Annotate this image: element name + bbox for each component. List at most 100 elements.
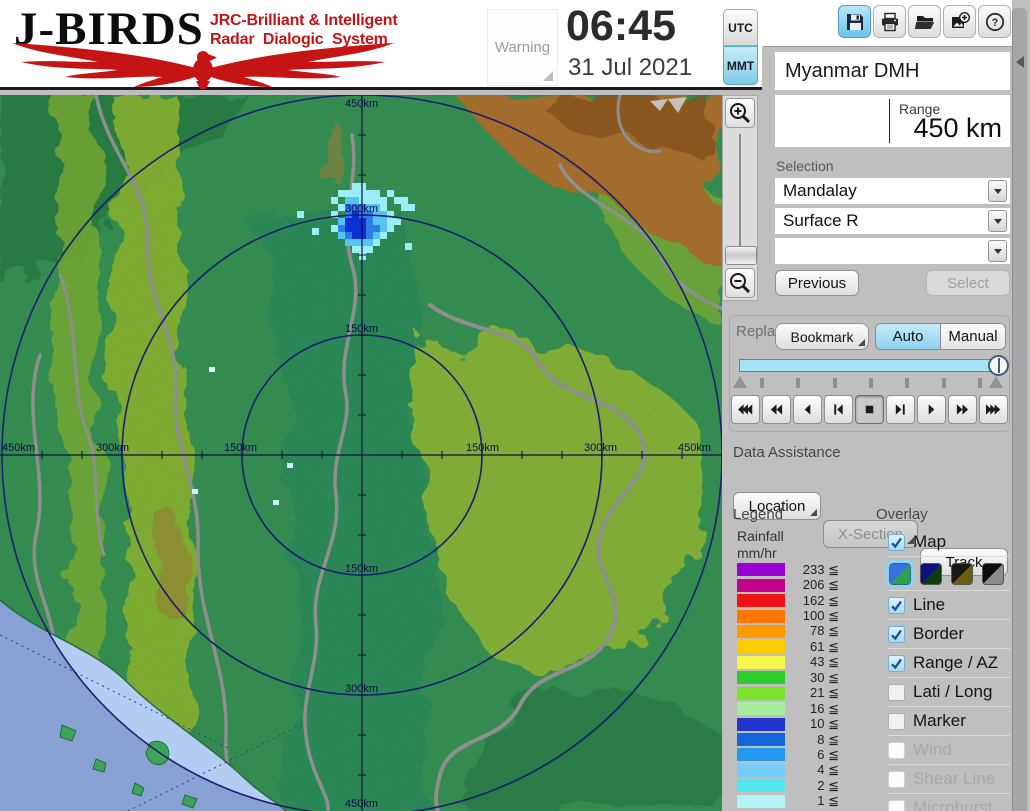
checkbox-lati-long[interactable] — [888, 684, 905, 701]
svg-text:300km: 300km — [96, 442, 129, 454]
svg-text:300km: 300km — [584, 442, 617, 454]
select-button[interactable]: Select — [926, 270, 1010, 296]
legend-color-swatch — [737, 579, 785, 592]
warning-button[interactable]: Warning — [487, 9, 558, 86]
previous-button[interactable]: Previous — [775, 270, 859, 296]
legend-value: 233 ≦ — [785, 562, 839, 578]
eagle-logo-icon — [8, 40, 398, 90]
playback-step-backward-button[interactable] — [824, 395, 853, 424]
map-style-swatch-1[interactable] — [889, 563, 911, 585]
replay-slider-handle[interactable] — [988, 355, 1009, 376]
legend-color-swatch — [737, 764, 785, 777]
playback-play-backward-button[interactable] — [793, 395, 822, 424]
legend-color-swatch — [737, 625, 785, 638]
overlay-section-label: Overlay — [876, 506, 928, 523]
slider-tick — [978, 378, 982, 388]
station-dropdown-button[interactable] — [988, 180, 1007, 202]
checkbox-map[interactable] — [888, 534, 905, 551]
legend-color-swatch — [737, 795, 785, 808]
playback-fast-forward-button[interactable] — [948, 395, 977, 424]
playback-stop-button[interactable] — [855, 395, 884, 424]
timezone-utc-button[interactable]: UTC — [723, 9, 758, 46]
header-toolbar-area: ? — [762, 0, 1012, 46]
checkbox-range-az[interactable] — [888, 655, 905, 672]
panel-collapse-strip[interactable] — [1012, 8, 1027, 811]
auto-mode-button[interactable]: Auto — [876, 324, 941, 349]
range-display-box: Range 450 km — [775, 95, 1010, 147]
map-style-swatch-4[interactable] — [982, 563, 1004, 585]
checkbox-shear-line — [888, 771, 905, 788]
legend-value: 78 ≦ — [785, 623, 839, 639]
save-button[interactable] — [838, 5, 871, 38]
zoom-in-button[interactable] — [725, 98, 755, 128]
overlay-item-lati-long: Lati / Long — [888, 677, 1010, 706]
legend-value: 61 ≦ — [785, 639, 839, 655]
range-divider-line — [889, 99, 890, 143]
help-icon: ? — [984, 11, 1006, 33]
legend-row: 206 ≦ — [737, 577, 839, 592]
legend-color-swatch — [737, 733, 785, 746]
station-dropdown[interactable]: Mandalay — [775, 178, 1010, 204]
chevron-down-icon — [994, 189, 1002, 194]
option-dropdown[interactable] — [775, 238, 1010, 264]
panel-divider-line — [764, 46, 1012, 47]
product-dropdown[interactable]: Surface R — [775, 208, 1010, 234]
checkbox-marker[interactable] — [888, 713, 905, 730]
radar-map-svg: 450km300km150km150km300km450km450km300km… — [0, 95, 722, 811]
product-dropdown-button[interactable] — [988, 210, 1007, 232]
legend-value: 162 ≦ — [785, 593, 839, 609]
bookmark-button[interactable]: Bookmark — [775, 323, 869, 350]
playback-play-forward-button[interactable] — [917, 395, 946, 424]
overlay-item-marker: Marker — [888, 706, 1010, 735]
svg-text:?: ? — [991, 17, 998, 29]
open-folder-button[interactable] — [908, 5, 941, 38]
svg-text:150km: 150km — [224, 442, 257, 454]
legend-color-swatch — [737, 702, 785, 715]
manual-mode-button[interactable]: Manual — [941, 324, 1005, 349]
step-backward-icon — [831, 402, 846, 417]
fast-rewind-icon — [769, 402, 784, 417]
timezone-mmt-button[interactable]: MMT — [723, 46, 758, 85]
playback-fastest-rewind-button[interactable] — [731, 395, 760, 424]
checkbox-line[interactable] — [888, 597, 905, 614]
legend-row: 162 ≦ — [737, 593, 839, 608]
help-button[interactable]: ? — [978, 5, 1011, 38]
radar-map-display[interactable]: 450km300km150km150km300km450km450km300km… — [0, 95, 722, 811]
overlay-item-label: Microburst — [913, 798, 992, 811]
svg-text:150km: 150km — [345, 563, 378, 575]
zoom-slider-track[interactable] — [739, 134, 741, 246]
rainfall-legend-scale: 233 ≦206 ≦162 ≦100 ≦78 ≦61 ≦43 ≦30 ≦21 ≦… — [737, 562, 839, 809]
svg-text:300km: 300km — [345, 203, 378, 215]
legend-row: 2 ≦ — [737, 778, 839, 793]
map-style-swatch-3[interactable] — [951, 563, 973, 585]
zoom-slider-handle[interactable] — [725, 246, 757, 265]
selection-section-label: Selection — [776, 158, 834, 174]
step-forward-icon — [893, 402, 908, 417]
legend-value: 1 ≦ — [785, 793, 839, 809]
checkbox-microburst — [888, 800, 905, 811]
playback-step-forward-button[interactable] — [886, 395, 915, 424]
legend-color-swatch — [737, 640, 785, 653]
map-style-swatches — [888, 556, 1010, 590]
legend-color-swatch — [737, 687, 785, 700]
overlay-item-label: Marker — [913, 711, 966, 731]
add-image-button[interactable] — [943, 5, 976, 38]
checkbox-border[interactable] — [888, 626, 905, 643]
zoom-out-button[interactable] — [725, 268, 755, 298]
svg-text:150km: 150km — [345, 323, 378, 335]
playback-fast-rewind-button[interactable] — [762, 395, 791, 424]
zoom-out-icon — [727, 270, 753, 296]
replay-timeline-slider[interactable] — [739, 359, 1007, 372]
check-icon — [890, 536, 903, 549]
slider-tick — [869, 378, 873, 388]
option-dropdown-button[interactable] — [988, 240, 1007, 262]
legend-title-line1: Rainfall — [737, 528, 784, 544]
legend-row: 30 ≦ — [737, 670, 839, 685]
chevron-down-icon — [994, 219, 1002, 224]
print-button[interactable] — [873, 5, 906, 38]
legend-row: 6 ≦ — [737, 747, 839, 762]
overlay-item-label: Shear Line — [913, 769, 995, 789]
playback-fastest-forward-button[interactable] — [979, 395, 1008, 424]
slider-tick — [796, 378, 800, 388]
map-style-swatch-2[interactable] — [920, 563, 942, 585]
